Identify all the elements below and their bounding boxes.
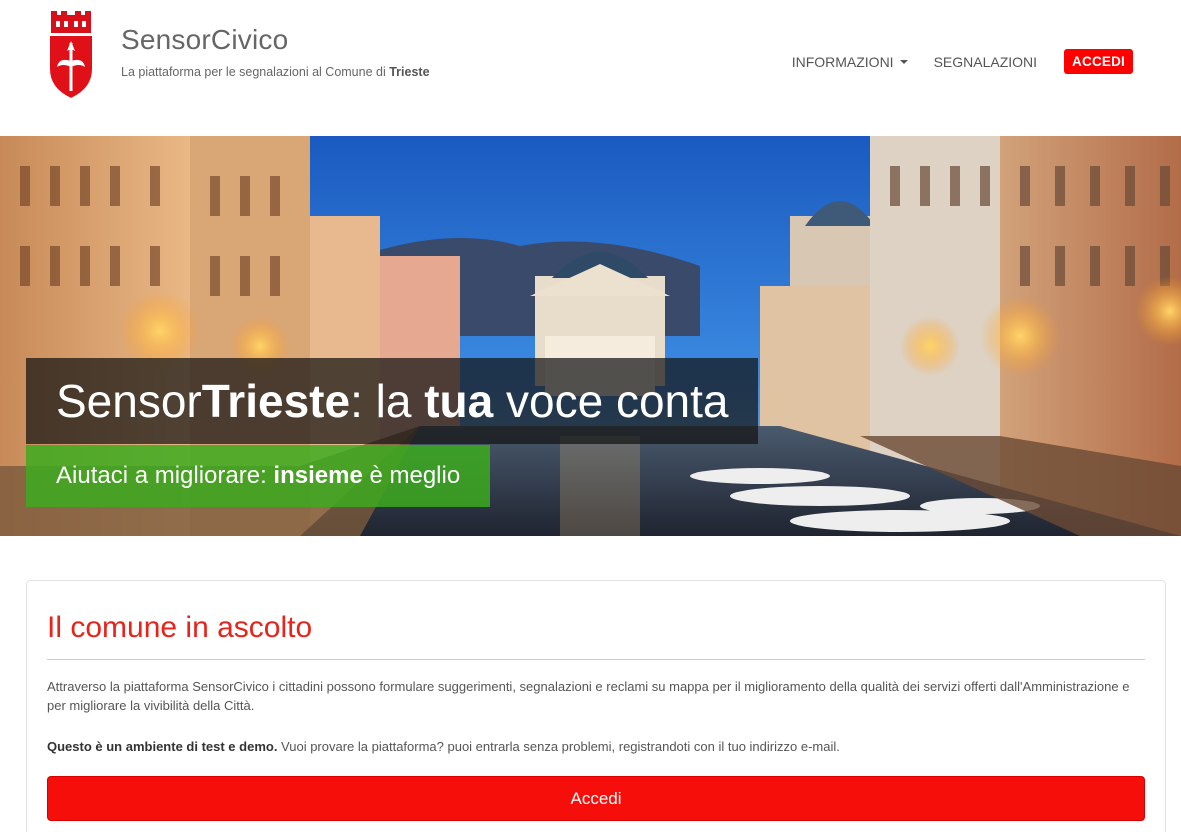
hero-sub-part2: è meglio [362,462,461,489]
hero-title-city: Trieste [201,375,351,427]
test-notice-text: Vuoi provare la piattaforma? puoi entrar… [277,739,840,754]
main-nav: INFORMAZIONI SEGNALAZIONI ACCEDI [766,49,1133,74]
panel-description: Attraverso la piattaforma SensorCivico i… [47,679,1130,713]
hero-subtitle: Aiutaci a migliorare: insieme è meglio [26,445,491,507]
hero-title-part1: Sensor [56,375,202,427]
hero-sub-part1: Aiutaci a migliorare: [56,462,274,489]
nav-segnalazioni[interactable]: SEGNALAZIONI [934,54,1037,70]
accedi-button[interactable]: Accedi [47,776,1145,821]
caret-down-icon [899,59,908,64]
trieste-coat-of-arms-icon[interactable] [47,11,95,99]
hero-title-part3: voce conta [493,375,729,427]
nav-informazioni-label: INFORMAZIONI [791,53,894,70]
hero-sub-bold: insieme [273,462,363,489]
hero-title-part2: : la [350,375,425,427]
brand-title[interactable]: SensorCivico [121,24,288,56]
divider [47,659,1145,660]
hero-title: SensorTrieste: la tua voce conta [26,358,759,444]
brand-subtitle-text: La piattaforma per le segnalazioni al Co… [121,65,386,79]
test-notice-bold: Questo è un ambiente di test e demo. [47,739,278,754]
panel-title: Il comune in ascolto [47,611,313,644]
panel-test-notice: Questo è un ambiente di test e demo. Vuo… [47,737,1145,756]
hero-title-tua: tua [424,375,494,427]
hero-banner: SensorTrieste: la tua voce conta Aiutaci… [0,136,1181,536]
nav-informazioni[interactable]: INFORMAZIONI [792,54,908,70]
brand-subtitle-city: Trieste [389,65,430,79]
nav-accedi-button[interactable]: ACCEDI [1064,49,1133,74]
info-panel: Il comune in ascolto Attraverso la piatt… [26,580,1166,832]
site-header: SensorCivico La piattaforma per le segna… [0,0,1181,136]
brand-subtitle: La piattaforma per le segnalazioni al Co… [121,65,430,79]
